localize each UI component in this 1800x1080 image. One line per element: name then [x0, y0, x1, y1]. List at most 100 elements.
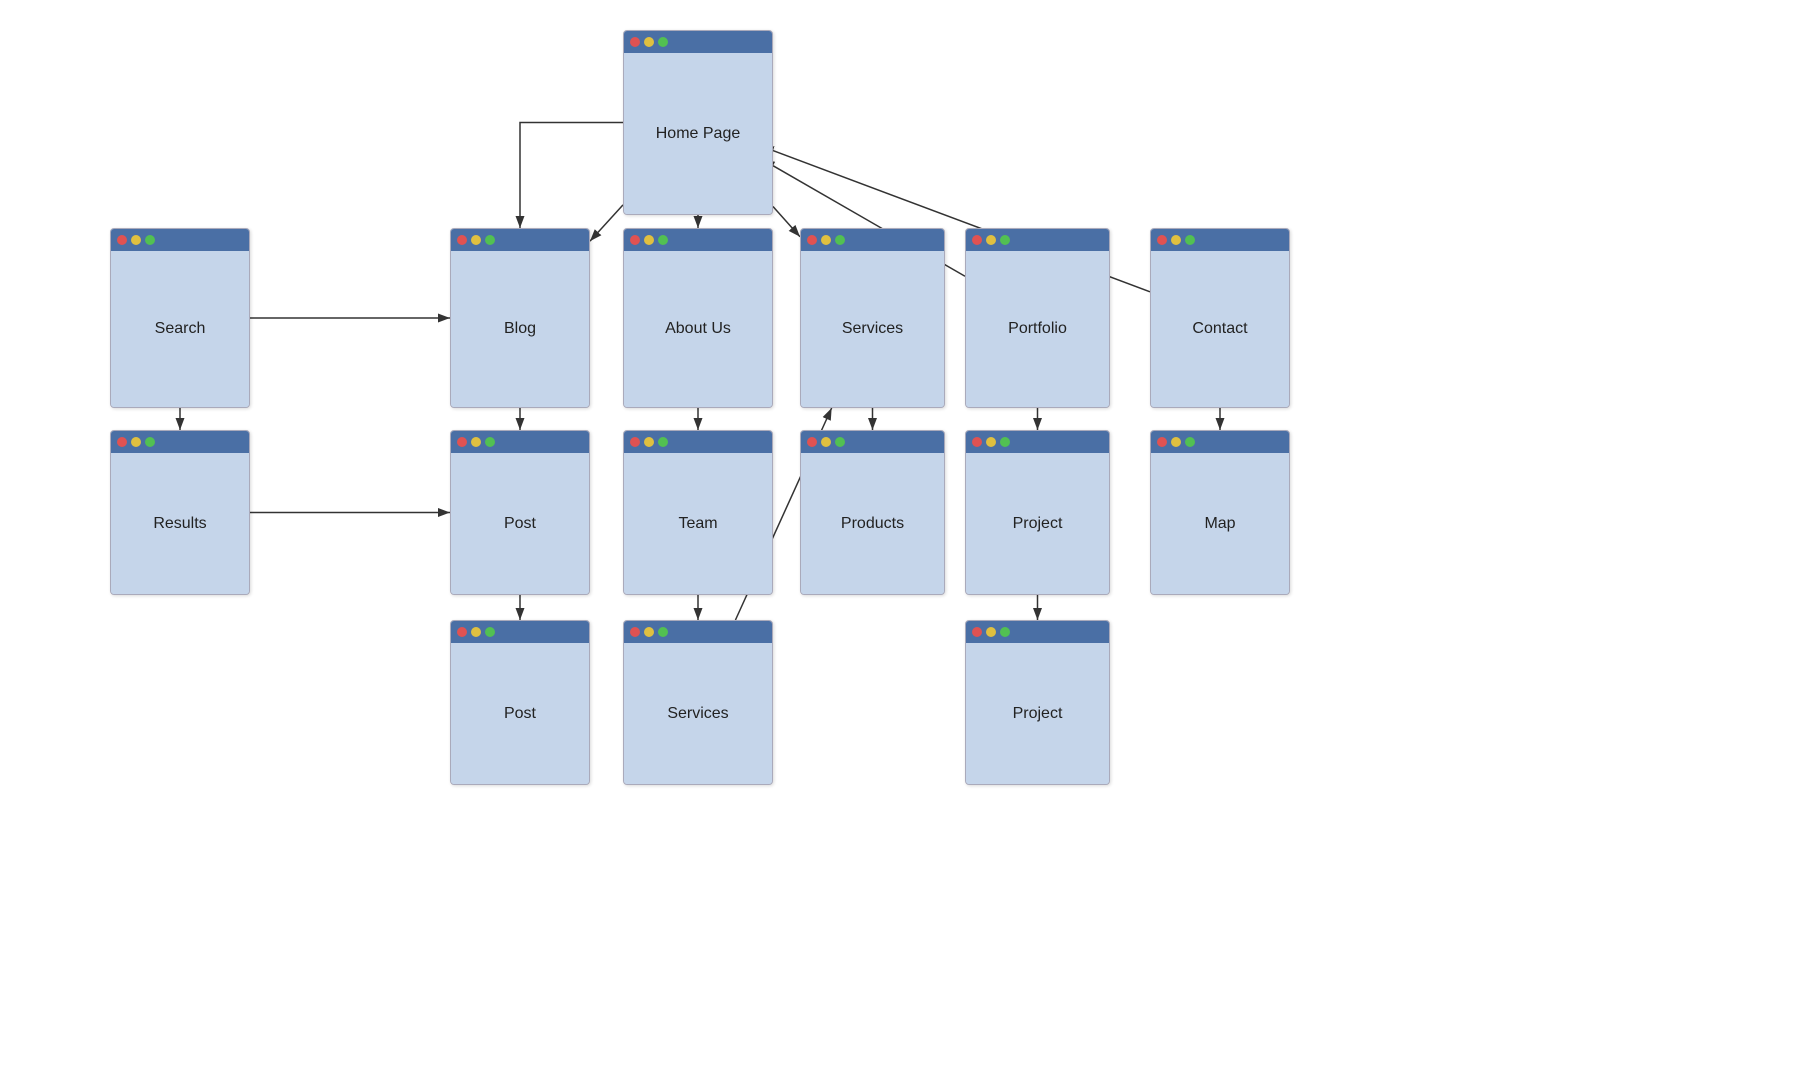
node-body-project1: Project	[966, 453, 1109, 594]
red-dot	[807, 437, 817, 447]
red-dot	[117, 437, 127, 447]
node-body-portfolio: Portfolio	[966, 251, 1109, 407]
node-body-project2: Project	[966, 643, 1109, 784]
node-body-products: Products	[801, 453, 944, 594]
node-titlebar-post1	[451, 431, 589, 453]
yellow-dot	[1171, 437, 1181, 447]
node-blog: Blog	[450, 228, 590, 408]
node-titlebar-home	[624, 31, 772, 53]
node-label-post2: Post	[504, 705, 536, 723]
node-titlebar-contact	[1151, 229, 1289, 251]
node-search: Search	[110, 228, 250, 408]
green-dot	[658, 235, 668, 245]
node-label-project1: Project	[1013, 515, 1063, 533]
node-body-post2: Post	[451, 643, 589, 784]
node-titlebar-services1	[801, 229, 944, 251]
node-label-map: Map	[1204, 515, 1235, 533]
node-results: Results	[110, 430, 250, 595]
yellow-dot	[986, 235, 996, 245]
node-label-project2: Project	[1013, 705, 1063, 723]
node-aboutus: About Us	[623, 228, 773, 408]
yellow-dot	[131, 235, 141, 245]
node-label-search: Search	[155, 320, 206, 338]
node-portfolio: Portfolio	[965, 228, 1110, 408]
green-dot	[1185, 235, 1195, 245]
red-dot	[807, 235, 817, 245]
yellow-dot	[986, 437, 996, 447]
node-titlebar-results	[111, 431, 249, 453]
node-body-map: Map	[1151, 453, 1289, 594]
node-titlebar-products	[801, 431, 944, 453]
node-label-services2: Services	[667, 705, 728, 723]
yellow-dot	[471, 235, 481, 245]
green-dot	[1000, 627, 1010, 637]
yellow-dot	[644, 627, 654, 637]
node-titlebar-project2	[966, 621, 1109, 643]
green-dot	[1185, 437, 1195, 447]
red-dot	[630, 37, 640, 47]
node-project1: Project	[965, 430, 1110, 595]
node-map: Map	[1150, 430, 1290, 595]
node-services2: Services	[623, 620, 773, 785]
node-body-team: Team	[624, 453, 772, 594]
yellow-dot	[821, 437, 831, 447]
node-titlebar-post2	[451, 621, 589, 643]
node-label-aboutus: About Us	[665, 320, 731, 338]
node-team: Team	[623, 430, 773, 595]
node-body-home: Home Page	[624, 53, 772, 214]
node-body-search: Search	[111, 251, 249, 407]
red-dot	[457, 437, 467, 447]
node-titlebar-services2	[624, 621, 772, 643]
green-dot	[658, 37, 668, 47]
green-dot	[145, 437, 155, 447]
red-dot	[117, 235, 127, 245]
node-project2: Project	[965, 620, 1110, 785]
yellow-dot	[986, 627, 996, 637]
node-body-results: Results	[111, 453, 249, 594]
green-dot	[658, 437, 668, 447]
node-post2: Post	[450, 620, 590, 785]
yellow-dot	[644, 437, 654, 447]
yellow-dot	[131, 437, 141, 447]
node-label-blog: Blog	[504, 320, 536, 338]
red-dot	[972, 627, 982, 637]
yellow-dot	[644, 37, 654, 47]
yellow-dot	[644, 235, 654, 245]
yellow-dot	[1171, 235, 1181, 245]
node-products: Products	[800, 430, 945, 595]
red-dot	[630, 627, 640, 637]
green-dot	[485, 627, 495, 637]
green-dot	[835, 437, 845, 447]
green-dot	[485, 235, 495, 245]
node-body-blog: Blog	[451, 251, 589, 407]
red-dot	[972, 437, 982, 447]
node-label-contact: Contact	[1192, 320, 1247, 338]
yellow-dot	[471, 437, 481, 447]
node-body-post1: Post	[451, 453, 589, 594]
diagram-container: Home Page Search Blog About Us Services Portf…	[0, 0, 1800, 1080]
node-label-portfolio: Portfolio	[1008, 320, 1067, 338]
node-body-services2: Services	[624, 643, 772, 784]
node-post1: Post	[450, 430, 590, 595]
node-label-team: Team	[678, 515, 717, 533]
node-label-services1: Services	[842, 320, 903, 338]
node-contact: Contact	[1150, 228, 1290, 408]
green-dot	[658, 627, 668, 637]
green-dot	[145, 235, 155, 245]
node-titlebar-portfolio	[966, 229, 1109, 251]
red-dot	[630, 235, 640, 245]
node-body-services1: Services	[801, 251, 944, 407]
node-titlebar-project1	[966, 431, 1109, 453]
red-dot	[1157, 437, 1167, 447]
node-titlebar-aboutus	[624, 229, 772, 251]
node-body-aboutus: About Us	[624, 251, 772, 407]
node-titlebar-search	[111, 229, 249, 251]
green-dot	[1000, 437, 1010, 447]
node-titlebar-team	[624, 431, 772, 453]
yellow-dot	[471, 627, 481, 637]
red-dot	[457, 235, 467, 245]
red-dot	[457, 627, 467, 637]
green-dot	[1000, 235, 1010, 245]
node-titlebar-blog	[451, 229, 589, 251]
node-label-home: Home Page	[656, 125, 741, 143]
